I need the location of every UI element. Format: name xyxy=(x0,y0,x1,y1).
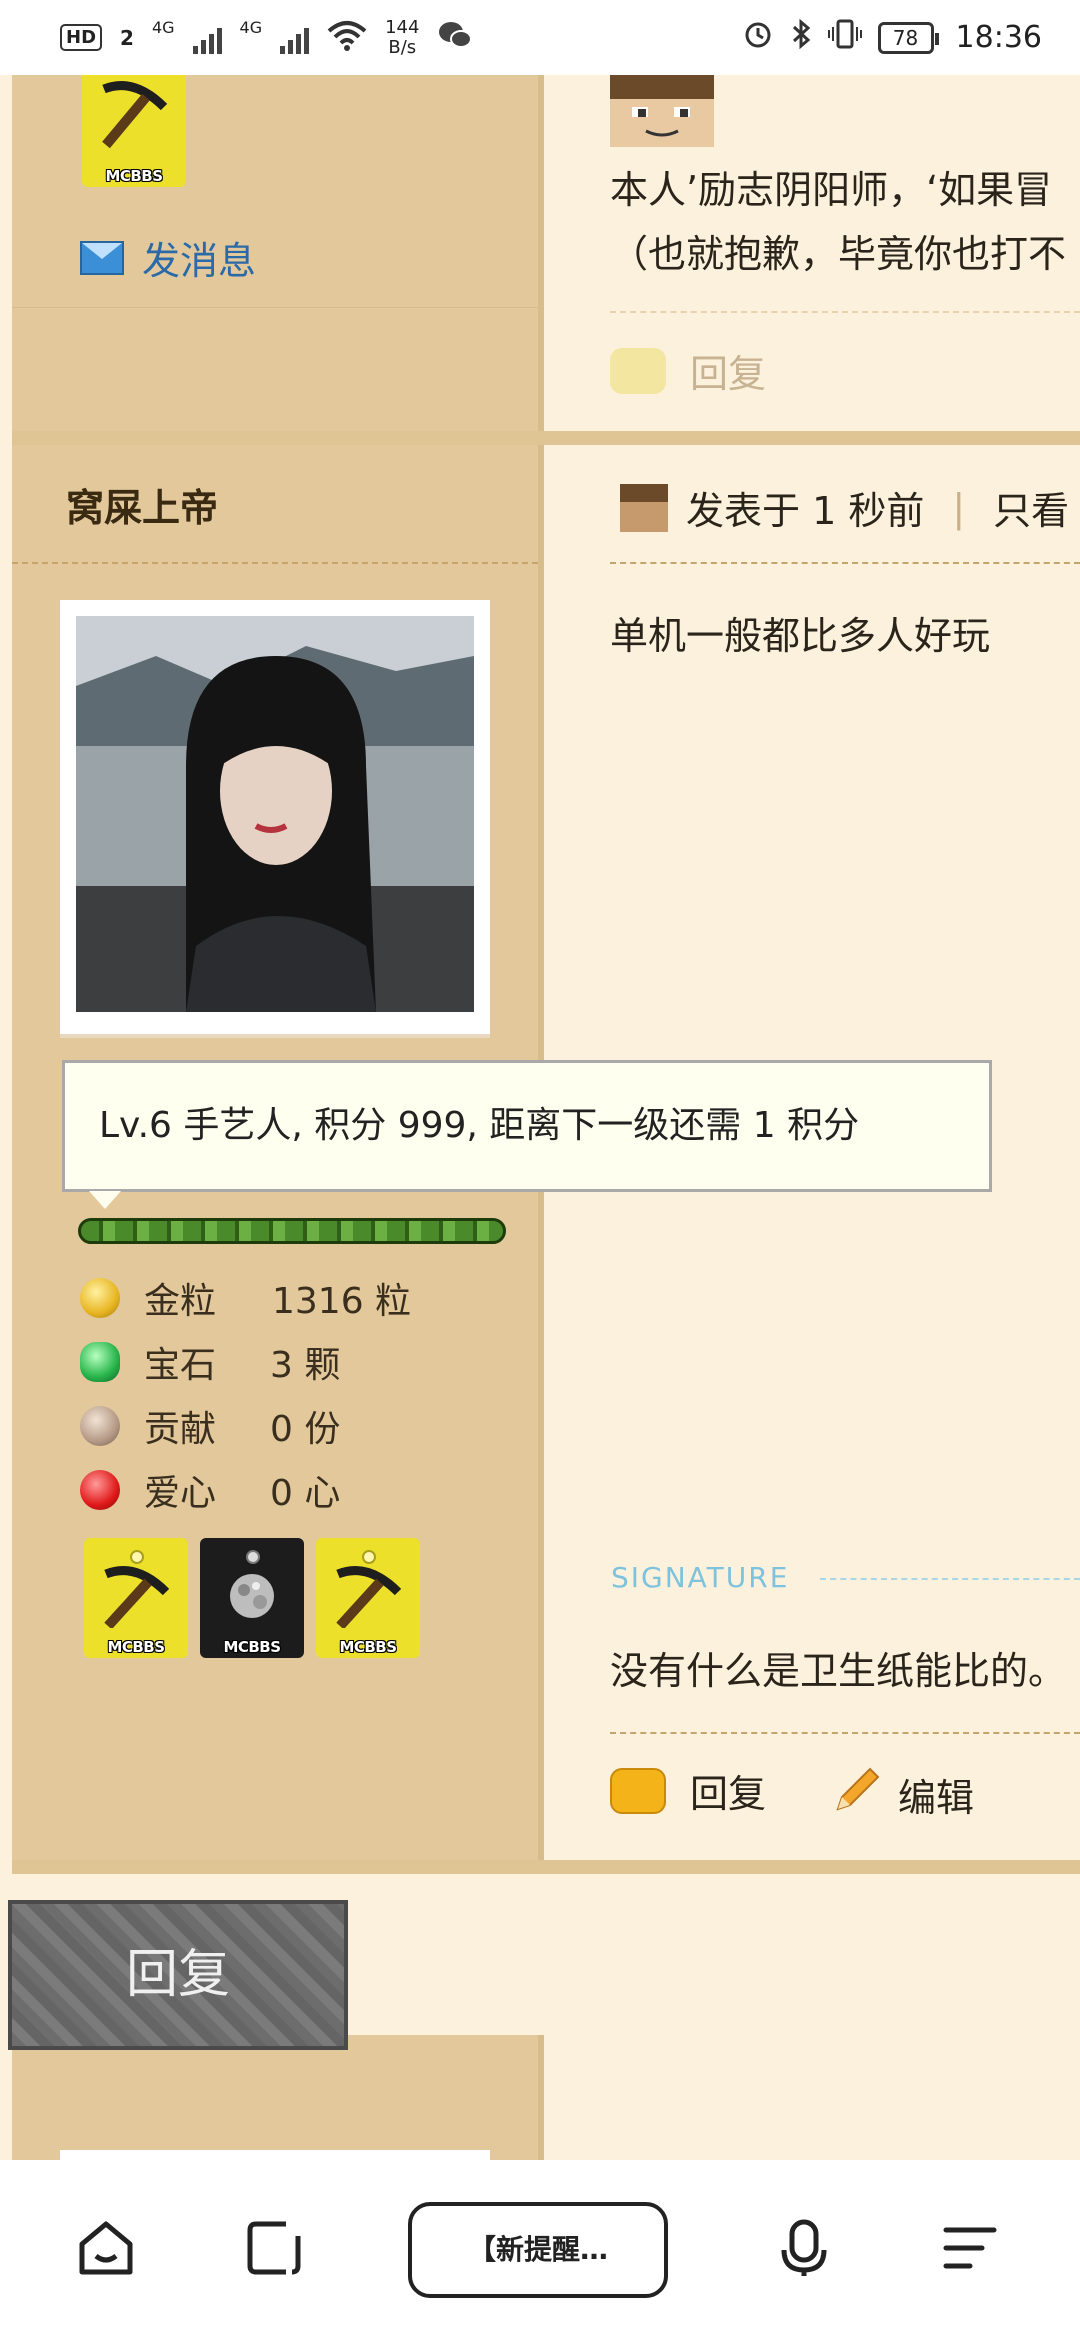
stat-label: 爱心 xyxy=(144,1473,217,1514)
stat-value: 0 心 xyxy=(270,1473,341,1514)
stat-love: 爱心 0 心 xyxy=(80,1464,340,1516)
pencil-icon xyxy=(830,1763,884,1826)
notification-tab[interactable]: 【新提醒… xyxy=(408,2202,668,2298)
apple-heart-icon xyxy=(80,1470,120,1510)
edit-label: 编辑 xyxy=(898,1776,975,1820)
stat-label: 宝石 xyxy=(144,1345,217,1386)
hd-indicator: HD xyxy=(60,24,103,51)
tabs-icon xyxy=(242,2216,306,2284)
sim-indicator: 2 xyxy=(120,25,134,50)
contribution-icon xyxy=(80,1406,120,1446)
stat-contribution: 贡献 0 份 xyxy=(80,1400,340,1452)
next-post-sidebar xyxy=(12,2035,540,2160)
tabs-button[interactable] xyxy=(234,2210,314,2290)
vibrate-icon xyxy=(827,18,862,58)
edit-link[interactable]: 编辑 xyxy=(830,1763,974,1826)
signature-title: SIGNATURE xyxy=(611,1561,790,1594)
microphone-icon xyxy=(772,2216,836,2284)
envelope-icon xyxy=(80,240,124,275)
send-message-link[interactable]: 发消息 xyxy=(80,230,256,285)
stat-value: 0 份 xyxy=(270,1409,341,1450)
home-button[interactable] xyxy=(66,2210,146,2290)
medal-label: MCBBS xyxy=(105,167,163,185)
only-author-link[interactable]: 只看 xyxy=(993,480,1069,535)
home-icon xyxy=(74,2216,138,2284)
post-separator xyxy=(12,1860,1080,1874)
reply-label: 回复 xyxy=(690,1772,767,1816)
status-bar: HD 2 4G 4G 144 B/s 78 18:36 xyxy=(0,0,1080,75)
medal-pickaxe-1[interactable]: MCBBS xyxy=(84,1538,188,1658)
speech-bubble-icon xyxy=(610,347,666,394)
stat-label: 贡献 xyxy=(144,1409,217,1450)
wechat-icon xyxy=(437,20,473,56)
post-meta: 发表于 1 秒前 | 只看 xyxy=(620,480,1069,535)
alarm-icon xyxy=(742,18,774,58)
network-type-1: 4G xyxy=(151,17,175,37)
column-divider-2 xyxy=(538,2035,544,2160)
post-separator xyxy=(12,431,1080,445)
voice-button[interactable] xyxy=(764,2210,844,2290)
next-user-avatar[interactable] xyxy=(60,2150,490,2160)
user-avatar-small[interactable] xyxy=(610,75,714,147)
stat-value: 1316 粒 xyxy=(272,1281,412,1322)
medal-label: MCBBS xyxy=(107,1638,165,1656)
meta-separator: | xyxy=(952,485,966,530)
medal-ore[interactable]: MCBBS xyxy=(200,1538,304,1658)
stat-value: 3 颗 xyxy=(270,1345,341,1386)
emerald-icon xyxy=(80,1342,120,1382)
stat-gold: 金粒 1316 粒 xyxy=(80,1272,411,1324)
reply-button[interactable]: 回复 xyxy=(8,1900,348,2050)
reply-label: 回复 xyxy=(690,352,767,396)
post-divider xyxy=(610,1732,1080,1734)
medal-pickaxe-top[interactable]: MCBBS xyxy=(82,75,186,187)
post-divider xyxy=(610,562,1080,564)
signature-divider xyxy=(820,1578,1080,1580)
signal-icon-2 xyxy=(280,22,310,54)
medal-pickaxe-2[interactable]: MCBBS xyxy=(316,1538,420,1658)
medal-label: MCBBS xyxy=(339,1638,397,1656)
experience-bar xyxy=(78,1218,506,1244)
user-level-tooltip: Lv.6 手艺人, 积分 999, 距离下一级还需 1 积分 xyxy=(62,1060,992,1209)
battery-icon: 78 xyxy=(877,21,939,54)
network-type-2: 4G xyxy=(239,17,263,37)
post-author-name[interactable]: 窝屎上帝 xyxy=(66,477,218,532)
speech-bubble-icon xyxy=(610,1767,666,1814)
browser-bottom-bar: 【新提醒… xyxy=(0,2160,1080,2340)
reply-link-2[interactable]: 回复 xyxy=(610,1763,766,1818)
forum-thread: MCBBS 发消息 本人’励志阴阳师，‘如果冒 （也就抱歉，毕竟你也打不 回复 … xyxy=(0,75,1080,2160)
bluetooth-icon xyxy=(790,18,812,58)
post-body-line-2: （也就抱歉，毕竟你也打不 xyxy=(610,232,1067,276)
post-time: 发表于 1 秒前 xyxy=(686,489,925,533)
clock: 18:36 xyxy=(955,20,1042,55)
medal-label: MCBBS xyxy=(223,1638,281,1656)
stat-gems: 宝石 3 颗 xyxy=(80,1336,340,1388)
divider xyxy=(12,307,538,308)
wifi-icon xyxy=(327,19,367,57)
user-avatar[interactable] xyxy=(60,600,490,1034)
post-content-text: 单机一般都比多人好玩 xyxy=(610,614,991,658)
network-speed: 144 B/s xyxy=(385,16,420,58)
divider xyxy=(12,562,538,564)
gold-nugget-icon xyxy=(80,1278,120,1318)
author-avatar-icon xyxy=(620,483,668,532)
reply-link-1[interactable]: 回复 xyxy=(610,343,766,398)
post-divider xyxy=(610,311,1080,313)
avatar-photo xyxy=(76,616,474,1012)
menu-button[interactable] xyxy=(930,2210,1010,2290)
stat-label: 金粒 xyxy=(144,1281,217,1322)
menu-icon xyxy=(938,2216,1002,2284)
signal-icon xyxy=(192,22,222,54)
signature-text: 没有什么是卫生纸能比的。 xyxy=(610,1649,1067,1693)
post-body-line-1: 本人’励志阴阳师，‘如果冒 xyxy=(610,168,1053,212)
send-message-label: 发消息 xyxy=(142,239,257,283)
